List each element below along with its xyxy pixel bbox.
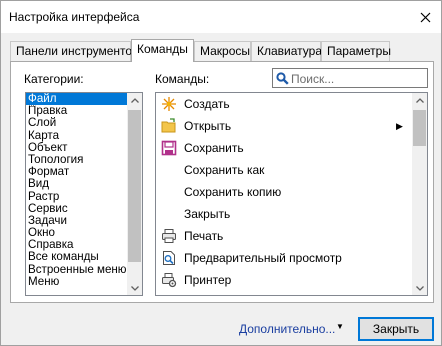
search-icon — [276, 72, 289, 85]
dropdown-arrow-icon[interactable]: ▼ — [336, 322, 344, 331]
printer-settings-icon — [162, 273, 177, 288]
command-label: Предварительный просмотр — [184, 251, 342, 265]
window-close-button[interactable] — [413, 5, 437, 29]
tab-toolbars[interactable]: Панели инструментов — [10, 41, 138, 61]
command-item-open[interactable]: Открыть ▶ — [156, 115, 427, 137]
category-item[interactable]: Меню — [26, 275, 142, 288]
scroll-up-arrow-icon[interactable] — [415, 94, 424, 106]
search-placeholder: Поиск... — [291, 72, 335, 86]
command-label: Закрыть — [184, 207, 231, 221]
save-disk-icon — [161, 140, 177, 156]
customize-dialog: Настройка интерфейса Панели инструментов… — [0, 0, 442, 346]
category-item[interactable]: Слой — [26, 117, 142, 129]
commands-label: Команды: — [155, 72, 210, 86]
scrollbar-thumb[interactable] — [128, 110, 141, 262]
print-preview-icon — [163, 251, 175, 265]
command-item-close[interactable]: Закрыть — [156, 203, 427, 225]
close-icon — [420, 12, 430, 22]
command-item-print-preview[interactable]: Предварительный просмотр — [156, 247, 427, 269]
scroll-up-arrow-icon[interactable] — [130, 94, 139, 106]
search-input[interactable]: Поиск... — [272, 68, 428, 88]
tab-options[interactable]: Параметры — [321, 41, 391, 61]
tab-keyboard[interactable]: Клавиатура — [251, 41, 322, 61]
more-options-link[interactable]: Дополнительно... — [239, 322, 335, 336]
command-item-printer[interactable]: Принтер — [156, 269, 427, 291]
command-item-new[interactable]: Создать — [156, 93, 427, 115]
open-folder-icon — [161, 118, 176, 133]
commands-scrollbar[interactable] — [412, 93, 427, 295]
category-item[interactable]: Карта — [26, 129, 142, 142]
category-item[interactable]: Встроенные меню — [26, 263, 142, 276]
command-label: Печать — [184, 229, 224, 243]
command-item-save-copy[interactable]: Сохранить копию — [156, 181, 427, 203]
command-item-save-as[interactable]: Сохранить как — [156, 159, 427, 181]
commands-tab-panel: Категории: Команды: Поиск... Файл Правка… — [10, 61, 434, 303]
category-item[interactable]: Все команды — [26, 251, 142, 263]
dialog-title: Настройка интерфейса — [9, 10, 140, 24]
commands-list[interactable]: Создать Открыть ▶ Сохранить Сохранить ка… — [155, 92, 428, 296]
command-label: Принтер — [184, 273, 232, 287]
categories-list[interactable]: Файл Правка Слой Карта Объект Топология … — [25, 92, 143, 296]
command-label: Создать — [184, 97, 230, 111]
categories-scrollbar[interactable] — [127, 93, 142, 295]
printer-icon — [162, 229, 176, 243]
command-label: Сохранить как — [184, 163, 265, 177]
categories-label: Категории: — [24, 72, 84, 86]
tab-macros[interactable]: Макросы — [194, 41, 251, 61]
category-item[interactable]: Вид — [26, 178, 142, 190]
close-button[interactable]: Закрыть — [358, 317, 434, 341]
command-item-print[interactable]: Печать — [156, 225, 427, 247]
command-label: Сохранить копию — [184, 185, 282, 199]
command-item-save[interactable]: Сохранить — [156, 137, 427, 159]
title-bar: Настройка интерфейса — [1, 1, 441, 33]
tab-commands[interactable]: Команды — [131, 39, 194, 62]
command-label: Открыть — [184, 119, 232, 133]
command-label: Сохранить — [184, 141, 244, 155]
scrollbar-thumb[interactable] — [413, 110, 426, 146]
scroll-down-arrow-icon[interactable] — [130, 282, 139, 294]
new-document-icon — [162, 97, 176, 111]
submenu-arrow-icon: ▶ — [396, 121, 403, 131]
scroll-down-arrow-icon[interactable] — [415, 282, 424, 294]
category-item[interactable]: Растр — [26, 190, 142, 203]
